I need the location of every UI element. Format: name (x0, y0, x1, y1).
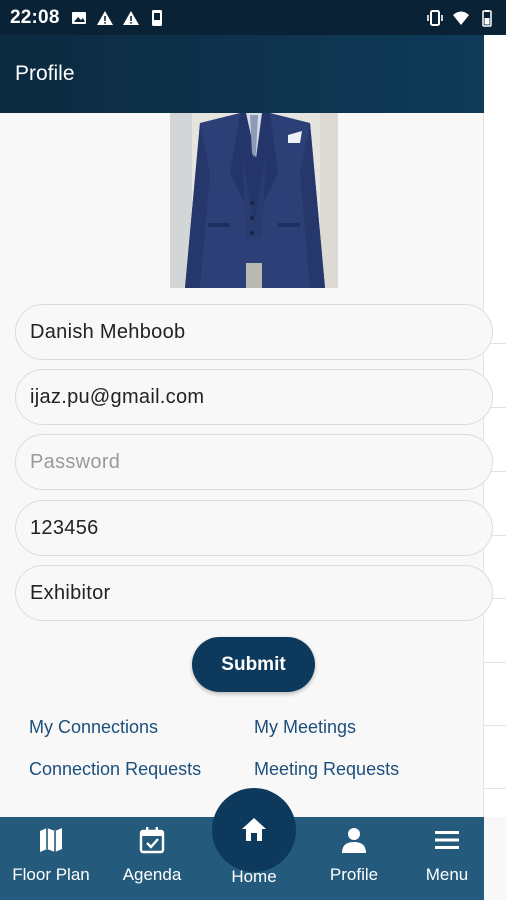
password-field-placeholder: Password (30, 450, 121, 473)
warning-icon (96, 10, 113, 25)
wifi-icon (453, 11, 469, 25)
meeting-requests-link[interactable]: Meeting Requests (254, 759, 399, 780)
my-connections-link[interactable]: My Connections (29, 717, 158, 738)
nav-profile-label: Profile (329, 865, 379, 884)
nav-home-label: Home (231, 867, 277, 886)
connection-requests-link[interactable]: Connection Requests (29, 759, 201, 780)
profile-screen: 22:08 Profile Danish Mehboob ijaz.pu@gma… (0, 0, 506, 900)
nav-home-button[interactable] (212, 788, 296, 872)
image-icon (71, 11, 86, 24)
phone-field-value: 123456 (30, 516, 99, 539)
nav-profile[interactable]: Profile (306, 817, 402, 900)
home-icon (242, 818, 266, 841)
name-field-value: Danish Mehboob (30, 320, 186, 343)
profile-photo[interactable] (170, 113, 338, 288)
role-field[interactable]: Exhibitor (15, 565, 493, 621)
app-bar: Profile (0, 35, 484, 113)
password-field[interactable]: Password (15, 434, 493, 490)
my-meetings-link[interactable]: My Meetings (254, 717, 356, 738)
status-bar: 22:08 (0, 0, 506, 35)
nav-menu-label: Menu (425, 865, 469, 884)
page-title: Profile (15, 62, 75, 85)
role-field-value: Exhibitor (30, 581, 111, 604)
status-time: 22:08 (10, 6, 60, 28)
submit-button[interactable]: Submit (192, 637, 315, 692)
nav-menu[interactable]: Menu (410, 817, 484, 900)
calendar-check-icon (139, 827, 165, 854)
hamburger-menu-icon (435, 831, 459, 849)
nav-agenda[interactable]: Agenda (104, 817, 200, 900)
nav-floor-plan[interactable]: Floor Plan (2, 817, 100, 900)
phone-field[interactable]: 123456 (15, 500, 493, 556)
vibrate-icon (427, 9, 443, 26)
nav-agenda-label: Agenda (122, 865, 182, 884)
nav-floor-plan-label: Floor Plan (12, 865, 90, 884)
warning-icon (122, 10, 139, 25)
email-field-value: ijaz.pu@gmail.com (30, 385, 205, 408)
sim-icon (151, 9, 162, 26)
side-panel-peek (483, 35, 506, 817)
email-field[interactable]: ijaz.pu@gmail.com (15, 369, 493, 425)
battery-icon (482, 9, 492, 27)
person-icon (342, 828, 366, 853)
map-icon (40, 828, 62, 852)
name-field[interactable]: Danish Mehboob (15, 304, 493, 360)
